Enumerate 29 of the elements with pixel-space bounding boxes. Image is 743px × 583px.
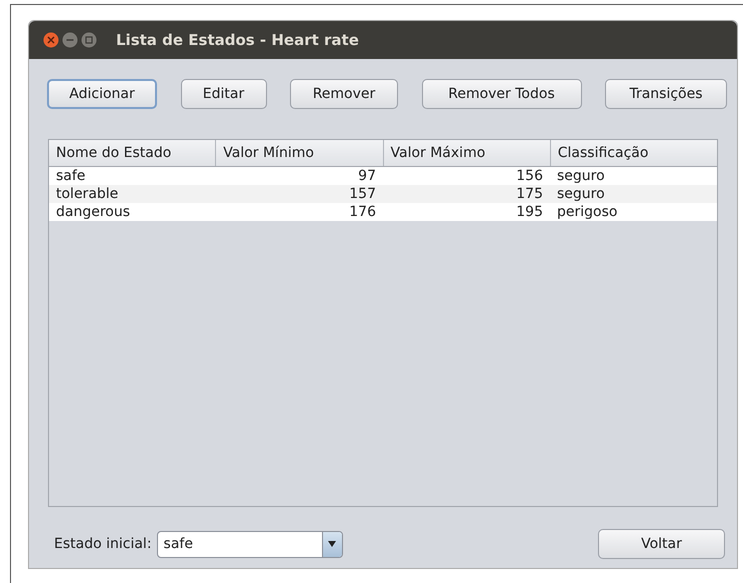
toolbar-button[interactable]: Remover (290, 79, 398, 109)
table-cell-text: seguro (556, 167, 606, 185)
column-header[interactable]: Classificação (550, 140, 717, 166)
table-cell-text: safe (55, 167, 86, 185)
table-cell-text: dangerous (55, 203, 132, 221)
table-cell-text: 156 (515, 167, 544, 185)
table-cell-text: 176 (348, 203, 377, 221)
table-cell-text: 195 (515, 203, 544, 221)
table-cell-text: tolerable (55, 185, 120, 203)
toolbar-button[interactable]: Transições (605, 79, 727, 109)
minimize-icon[interactable] (62, 32, 78, 48)
column-header[interactable]: Valor Mínimo (216, 140, 384, 166)
table-cell-text: seguro (556, 185, 606, 203)
window-title: Lista de Estados - Heart rate (116, 30, 359, 51)
maximize-icon[interactable] (81, 32, 97, 48)
table-cell-text: 97 (357, 167, 377, 185)
back-button[interactable]: Voltar (598, 529, 725, 559)
toolbar-button[interactable]: Remover Todos (422, 79, 582, 109)
table-cell-text: perigoso (556, 203, 618, 221)
column-header[interactable]: Valor Máximo (384, 140, 551, 166)
toolbar-button[interactable]: Editar (180, 79, 266, 109)
column-header[interactable]: Nome do Estado (49, 140, 216, 166)
table-cell-text: 175 (515, 185, 544, 203)
close-icon[interactable] (43, 32, 59, 48)
table-cell-text: 157 (348, 185, 377, 203)
toolbar-button[interactable]: Adicionar (47, 79, 157, 109)
dropdown-arrow-icon (328, 541, 336, 547)
initial-state-dropdown[interactable]: safe (156, 530, 343, 558)
initial-state-label: Estado inicial: (54, 534, 152, 554)
